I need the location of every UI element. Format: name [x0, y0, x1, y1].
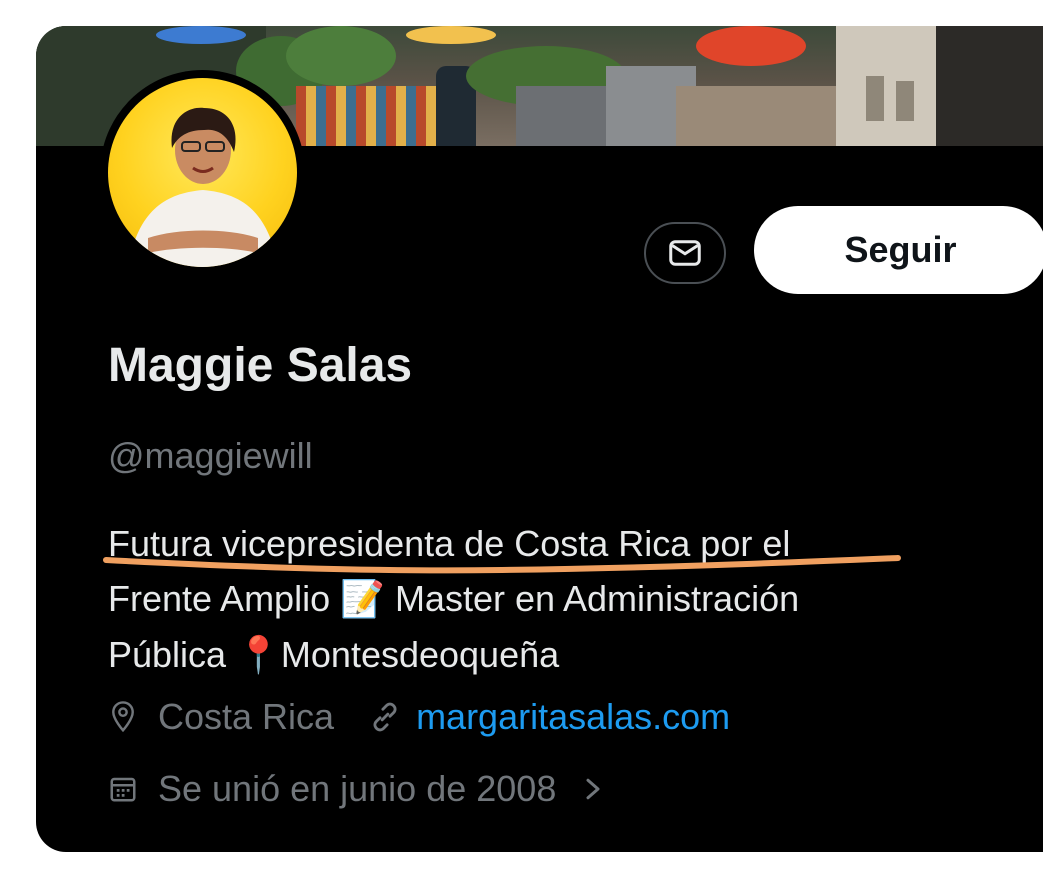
link-icon	[373, 702, 397, 732]
bio-text: Frente Amplio	[108, 578, 341, 619]
follow-button[interactable]: Seguir	[754, 206, 1043, 294]
bio-text: Master en Administración	[384, 578, 800, 619]
bio-text: Montesdeoqueña	[280, 634, 560, 675]
chevron-right-icon	[586, 778, 600, 800]
profile-bio: Futura vicepresidenta de Costa Rica por …	[108, 516, 968, 683]
location-text: Costa Rica	[158, 696, 335, 737]
profile-meta-location-website: Costa Rica margaritasalas.com	[108, 696, 730, 738]
message-button[interactable]	[644, 222, 726, 284]
bio-line-3: Pública 📍Montesdeoqueña	[108, 627, 968, 683]
bio-line-2: Frente Amplio 📝 Master en Administración	[108, 571, 968, 627]
avatar[interactable]	[100, 70, 305, 275]
bio-line-1: Futura vicepresidenta de Costa Rica por …	[108, 523, 791, 564]
website-link[interactable]: margaritasalas.com	[416, 696, 730, 738]
pin-emoji-icon: 📍	[236, 635, 281, 676]
memo-emoji-icon: 📝	[340, 579, 385, 620]
person-illustration	[128, 107, 278, 267]
profile-meta-joined[interactable]: Se unió en junio de 2008	[108, 768, 604, 810]
profile-card: Seguir Maggie Salas @maggiewill Futura v…	[36, 26, 1043, 852]
calendar-icon	[110, 777, 136, 802]
display-name: Maggie Salas	[108, 339, 413, 392]
envelope-icon	[669, 240, 701, 266]
location-pin-icon	[112, 701, 134, 733]
joined-date-text: Se unió en junio de 2008	[158, 768, 557, 809]
bio-text: Pública	[108, 634, 237, 675]
avatar-photo	[108, 78, 297, 267]
user-handle: @maggiewill	[108, 435, 313, 476]
follow-button-label: Seguir	[844, 229, 957, 270]
